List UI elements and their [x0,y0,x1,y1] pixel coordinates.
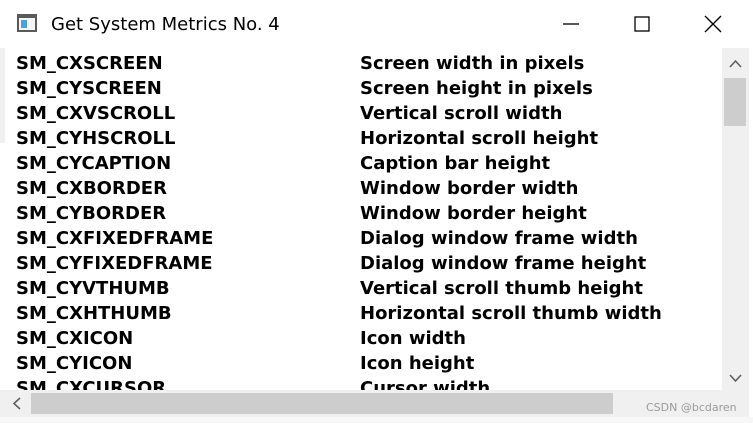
metric-description: Dialog window frame width [360,228,638,249]
metric-name: SM_CYFIXEDFRAME [16,253,213,274]
metric-description: Window border height [360,203,587,224]
metric-description: Icon width [360,328,466,349]
metrics-list: SM_CXSCREEN Screen width in pixels SM_CY… [0,48,722,390]
metric-description: Window border width [360,178,579,199]
metric-name: SM_CXVSCROLL [16,103,176,124]
list-item: SM_CYBORDER Window border height [0,201,722,226]
metric-name: SM_CYSCREEN [16,78,162,99]
client-area: SM_CXSCREEN Screen width in pixels SM_CY… [0,48,753,423]
list-item: SM_CXFIXEDFRAME Dialog window frame widt… [0,226,722,251]
list-item: SM_CXBORDER Window border width [0,176,722,201]
close-icon [704,15,722,33]
metric-name: SM_CYBORDER [16,203,167,224]
maximize-button[interactable] [606,0,678,48]
app-window-icon[interactable] [17,14,37,32]
metric-name: SM_CYICON [16,353,133,374]
metric-name: SM_CXICON [16,328,134,349]
metric-description: Cursor width [360,378,491,390]
metric-description: Screen height in pixels [360,78,593,99]
metric-name: SM_CYVTHUMB [16,278,170,299]
metric-name: SM_CXBORDER [16,178,167,199]
metric-name: SM_CXCURSOR [16,378,167,390]
chevron-up-icon [729,59,742,68]
metric-name: SM_CXFIXEDFRAME [16,228,214,249]
scroll-left-button[interactable] [4,390,30,417]
list-item: SM_CYFIXEDFRAME Dialog window frame heig… [0,251,722,276]
vertical-scroll-thumb[interactable] [724,78,746,126]
metric-description: Horizontal scroll height [360,128,599,149]
list-item: SM_CXCURSOR Cursor width [0,376,722,390]
list-item: SM_CXICON Icon width [0,326,722,351]
metric-name: SM_CYHSCROLL [16,128,176,149]
metric-name: SM_CXHTHUMB [16,303,172,324]
maximize-icon [634,16,650,32]
list-item: SM_CYCAPTION Caption bar height [0,151,722,176]
list-item: SM_CYICON Icon height [0,351,722,376]
vertical-scrollbar[interactable] [722,48,749,390]
list-item: SM_CYVTHUMB Vertical scroll thumb height [0,276,722,301]
chevron-left-icon [12,397,21,410]
metric-description: Screen width in pixels [360,53,585,74]
close-button[interactable] [677,0,749,48]
list-item: SM_CXVSCROLL Vertical scroll width [0,101,722,126]
metric-name: SM_CXSCREEN [16,53,163,74]
horizontal-scroll-thumb[interactable] [31,393,613,414]
chevron-down-icon [729,374,742,383]
metric-description: Dialog window frame height [360,253,647,274]
title-bar[interactable]: Get System Metrics No. 4 [0,0,753,48]
minimize-button[interactable] [535,0,607,48]
metric-description: Icon height [360,353,475,374]
metric-description: Vertical scroll width [360,103,563,124]
list-item: SM_CXSCREEN Screen width in pixels [0,51,722,76]
list-item: SM_CYSCREEN Screen height in pixels [0,76,722,101]
watermark: CSDN @bcdaren [646,401,737,415]
scroll-down-button[interactable] [722,366,749,390]
minimize-icon [563,23,579,25]
metric-description: Caption bar height [360,153,551,174]
scroll-up-button[interactable] [722,52,749,76]
metric-description: Horizontal scroll thumb width [360,303,662,324]
window-title: Get System Metrics No. 4 [51,14,280,35]
horizontal-scrollbar[interactable] [0,390,749,417]
metric-name: SM_CYCAPTION [16,153,172,174]
metric-description: Vertical scroll thumb height [360,278,643,299]
list-item: SM_CYHSCROLL Horizontal scroll height [0,126,722,151]
window-bottom-edge [0,417,753,423]
list-item: SM_CXHTHUMB Horizontal scroll thumb widt… [0,301,722,326]
app-window: Get System Metrics No. 4 SM_CXSCREEN Scr… [0,0,753,423]
